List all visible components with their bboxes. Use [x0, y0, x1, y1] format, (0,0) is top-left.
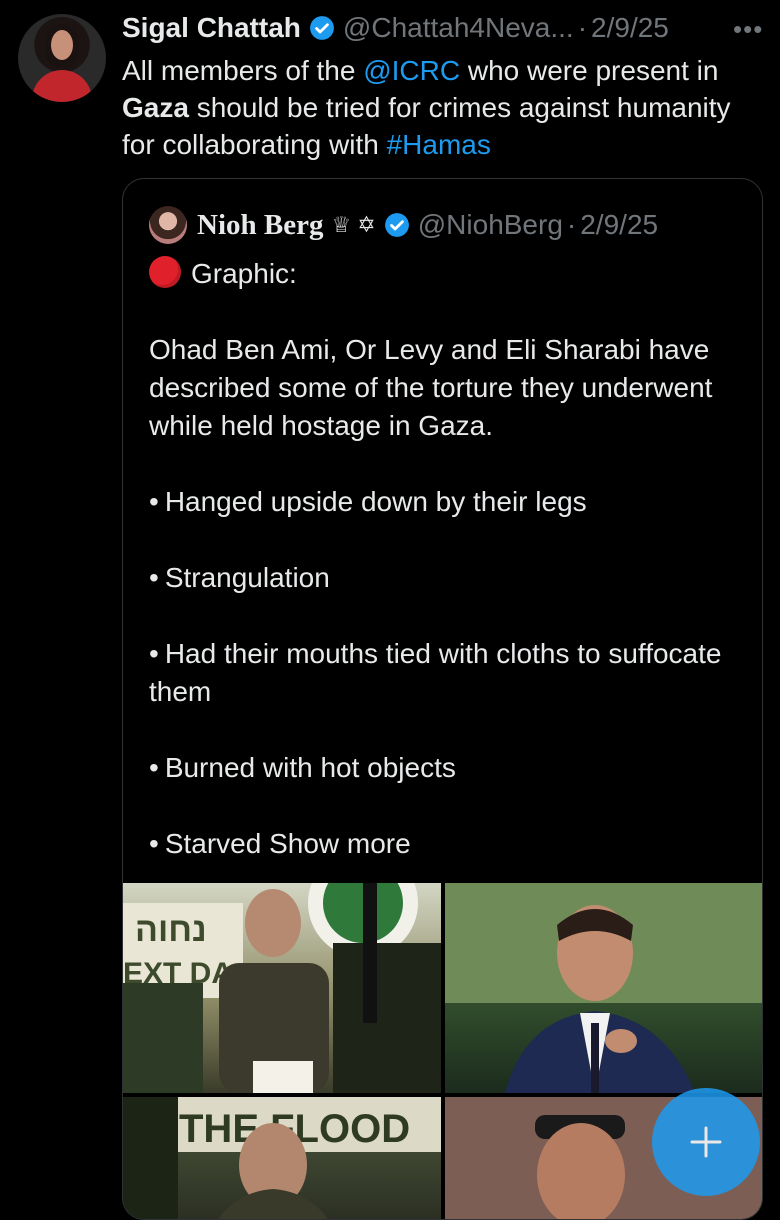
verified-badge-icon [310, 16, 334, 40]
author-avatar[interactable] [18, 14, 106, 102]
graphic-label: Graphic: [191, 258, 297, 289]
mention-icrc[interactable]: @ICRC [363, 55, 460, 86]
quoted-paragraph: Ohad Ben Ami, Or Levy and Eli Sharabi ha… [149, 334, 713, 441]
compose-plus-icon [690, 1126, 722, 1158]
compose-button[interactable] [652, 1088, 760, 1196]
quoted-author-name[interactable]: Nioh Berg [197, 209, 323, 242]
quoted-tweet-date[interactable]: 2/9/25 [580, 209, 658, 241]
media-image-1-banner-text: נחוה [135, 911, 207, 949]
bullet-item: • Starved Show more [149, 828, 411, 859]
portrait-photo [445, 883, 762, 1093]
quoted-author-avatar[interactable] [149, 206, 187, 244]
hostage-release-photo: נחוה EXT DA [123, 883, 441, 1093]
author-handle[interactable]: @Chattah4Neva... [343, 12, 574, 44]
hostage-release-photo-2: THE FLOOD [123, 1097, 441, 1219]
tweet-header: Sigal Chattah @Chattah4Neva... · 2/9/25 [122, 8, 669, 48]
separator-dot: · [566, 209, 577, 240]
tweet-text: All members of the @ICRC who were presen… [122, 52, 762, 163]
author-name[interactable]: Sigal Chattah [122, 12, 301, 44]
hashtag-hamas[interactable]: #Hamas [387, 129, 491, 160]
quoted-tweet-header: Nioh Berg ♕ ✡ @NiohBerg · 2/9/25 [149, 205, 658, 245]
red-circle-icon [149, 256, 181, 288]
bullet-item: • Had their mouths tied with cloths to su… [149, 638, 722, 707]
bold-gaza: Gaza [122, 92, 189, 123]
quoted-author-handle[interactable]: @NiohBerg [418, 209, 563, 241]
quoted-tweet-text: Graphic: Ohad Ben Ami, Or Levy and Eli S… [149, 255, 749, 863]
verified-badge-icon [384, 213, 409, 237]
tweet-text-part2: who were present in [460, 55, 719, 86]
media-image-2[interactable] [445, 883, 762, 1093]
quoted-tweet-card[interactable]: Nioh Berg ♕ ✡ @NiohBerg · 2/9/25 Graphic… [122, 178, 763, 1220]
bullet-item: • Burned with hot objects [149, 752, 456, 783]
show-more-link[interactable]: Show more [269, 828, 411, 859]
media-image-3[interactable]: THE FLOOD [123, 1097, 441, 1219]
tweet-text-part1: All members of the [122, 55, 364, 86]
quoted-author-symbols: ♕ ✡ [331, 212, 376, 237]
more-options-icon[interactable]: ••• [733, 14, 763, 45]
bullet-item: • Strangulation [149, 562, 330, 593]
separator-dot: · [577, 12, 588, 43]
tweet-date[interactable]: 2/9/25 [591, 12, 669, 44]
bullet-item: • Hanged upside down by their legs [149, 486, 587, 517]
media-image-1[interactable]: נחוה EXT DA [123, 883, 441, 1093]
